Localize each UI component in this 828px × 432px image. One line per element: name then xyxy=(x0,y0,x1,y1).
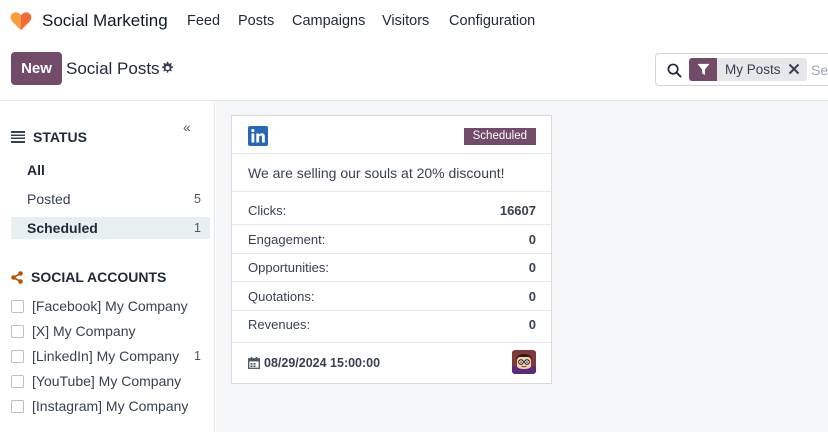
card-divider xyxy=(232,310,551,311)
kanban-view: Scheduled We are selling our souls at 20… xyxy=(216,101,828,432)
search-input[interactable]: Search... xyxy=(811,62,828,78)
stat-label: Clicks: xyxy=(248,203,287,218)
card-divider xyxy=(232,253,551,254)
account-label: [Instagram] My Company xyxy=(32,398,189,414)
top-navbar: Social Marketing Feed Posts Campaigns Vi… xyxy=(0,0,828,43)
account-checkbox[interactable] xyxy=(11,374,24,388)
collapse-panel-icon[interactable]: « xyxy=(183,119,191,135)
stat-engagement: Engagement: 0 xyxy=(248,232,536,247)
status-section-header: STATUS xyxy=(11,129,87,145)
stat-value: 0 xyxy=(528,232,536,247)
account-checkbox[interactable] xyxy=(11,349,24,363)
status-filter-scheduled[interactable]: Scheduled 1 xyxy=(11,217,210,239)
stat-value: 0 xyxy=(528,317,536,332)
search-box[interactable]: My Posts Search... xyxy=(655,53,828,86)
calendar-icon xyxy=(248,357,260,369)
app-heart-icon[interactable] xyxy=(10,11,32,31)
account-label: [LinkedIn] My Company xyxy=(32,348,180,364)
new-button[interactable]: New xyxy=(11,52,62,85)
status-filter-label: Posted xyxy=(27,191,71,207)
scheduled-date-value: 08/29/2024 15:00:00 xyxy=(264,356,381,370)
status-filter-label: All xyxy=(27,162,45,178)
menu-feed[interactable]: Feed xyxy=(187,13,220,29)
post-card[interactable]: Scheduled We are selling our souls at 20… xyxy=(231,115,552,384)
card-divider xyxy=(232,281,551,282)
account-label: [Facebook] My Company xyxy=(32,298,188,314)
status-filter-posted[interactable]: Posted 5 xyxy=(11,188,210,210)
account-filter-instagram[interactable]: [Instagram] My Company xyxy=(11,396,210,416)
remove-facet-icon[interactable] xyxy=(787,62,801,76)
filter-facet-icon xyxy=(689,58,717,81)
social-accounts-title: SOCIAL ACCOUNTS xyxy=(31,269,167,285)
account-label: [YouTube] My Company xyxy=(32,373,182,389)
user-avatar[interactable] xyxy=(512,350,536,374)
app-name[interactable]: Social Marketing xyxy=(42,11,168,31)
list-icon xyxy=(11,131,25,143)
card-divider xyxy=(232,153,551,154)
menu-visitors[interactable]: Visitors xyxy=(382,13,429,29)
account-checkbox[interactable] xyxy=(11,324,24,338)
stat-value: 16607 xyxy=(499,203,536,218)
stat-value: 0 xyxy=(528,289,536,304)
stat-value: 0 xyxy=(528,260,536,275)
scheduled-date: 08/29/2024 15:00:00 xyxy=(248,356,380,370)
account-filter-youtube[interactable]: [YouTube] My Company xyxy=(11,371,210,391)
gear-icon[interactable] xyxy=(160,61,174,75)
account-count: 1 xyxy=(194,349,201,363)
share-icon xyxy=(11,270,23,284)
facet-label: My Posts xyxy=(725,62,781,77)
card-divider xyxy=(232,191,551,192)
account-filter-x[interactable]: [X] My Company xyxy=(11,321,210,341)
status-filter-all[interactable]: All xyxy=(11,159,210,181)
page-title: Social Posts xyxy=(66,59,160,78)
filter-icon xyxy=(696,63,710,76)
status-filter-count: 5 xyxy=(194,192,201,206)
stat-opportunities: Opportunities: 0 xyxy=(248,260,536,275)
search-facet: My Posts xyxy=(717,58,807,81)
account-label: [X] My Company xyxy=(32,323,136,339)
account-checkbox[interactable] xyxy=(11,399,24,413)
menu-posts[interactable]: Posts xyxy=(238,13,274,29)
status-filter-count: 1 xyxy=(194,221,201,235)
linkedin-icon[interactable] xyxy=(248,126,268,146)
stat-label: Quotations: xyxy=(248,289,315,304)
stat-revenues: Revenues: 0 xyxy=(248,317,536,332)
search-panel: « STATUS All Posted 5 Scheduled 1 SOCIAL… xyxy=(0,101,215,432)
card-divider xyxy=(232,342,551,343)
status-title: STATUS xyxy=(33,129,87,145)
stat-label: Opportunities: xyxy=(248,260,329,275)
stat-label: Revenues: xyxy=(248,317,311,332)
stat-clicks: Clicks: 16607 xyxy=(248,203,536,218)
stat-quotations: Quotations: 0 xyxy=(248,289,536,304)
menu-configuration[interactable]: Configuration xyxy=(449,13,535,29)
menu-campaigns[interactable]: Campaigns xyxy=(292,13,365,29)
post-message: We are selling our souls at 20% discount… xyxy=(248,165,505,181)
status-badge: Scheduled xyxy=(463,128,536,145)
search-icon[interactable] xyxy=(667,63,682,78)
card-divider xyxy=(232,224,551,225)
account-filter-linkedin[interactable]: [LinkedIn] My Company 1 xyxy=(11,346,210,366)
account-checkbox[interactable] xyxy=(11,299,24,313)
stat-label: Engagement: xyxy=(248,232,326,247)
account-filter-facebook[interactable]: [Facebook] My Company xyxy=(11,296,210,316)
social-accounts-section-header: SOCIAL ACCOUNTS xyxy=(11,269,166,285)
status-filter-label: Scheduled xyxy=(27,220,98,236)
